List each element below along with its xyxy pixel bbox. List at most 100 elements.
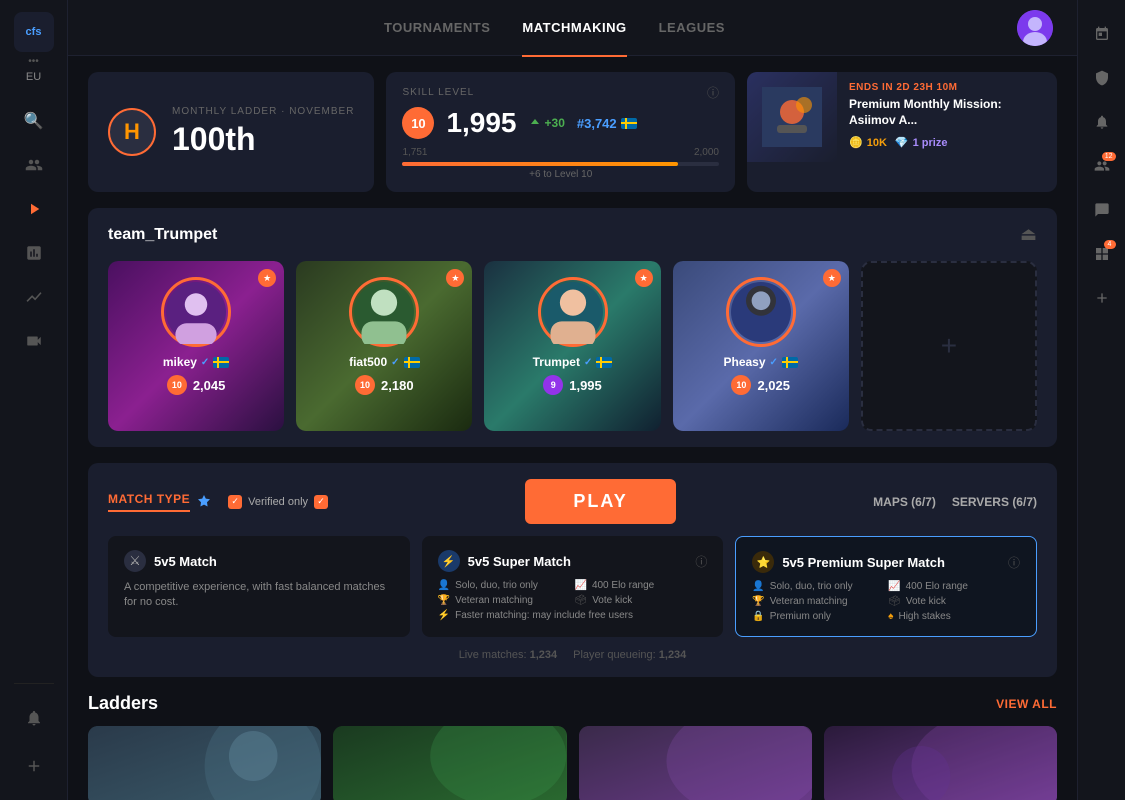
feature-icon: 📈	[888, 581, 900, 592]
feature-icon: 👤	[752, 581, 764, 592]
logo-text: cfs	[26, 26, 42, 38]
right-icon-chat[interactable]	[1086, 194, 1118, 226]
map-server-tabs: MAPS (6/7) SERVERS (6/7)	[873, 495, 1037, 509]
ladder-item-3[interactable]: Upcoming	[579, 726, 812, 800]
skill-header: SKILL LEVEL ⓘ	[402, 84, 719, 101]
sidebar-item-users[interactable]	[16, 147, 52, 183]
ladder-card: H MONTHLY LADDER · NOVEMBER 100th	[88, 72, 374, 192]
player-star: ★	[635, 269, 653, 287]
play-controls: MATCH TYPE ✓ Verified only ✓ PLAY MAPS (…	[108, 479, 1037, 524]
feature-icon: 🏆	[438, 595, 450, 606]
ladder-item-1[interactable]: Ongoing	[88, 726, 321, 800]
right-icon-squad[interactable]: 4	[1086, 238, 1118, 270]
feature-icon: 👤	[438, 580, 450, 591]
verified-check2: ✓	[314, 495, 328, 509]
ladder-item-2[interactable]: Ongoing	[333, 726, 566, 800]
ladder-icon: H	[108, 108, 156, 156]
mission-image	[747, 72, 837, 162]
main-content: TOURNAMENTS MATCHMAKING LEAGUES H MONTHL…	[68, 0, 1077, 800]
verified-badge-icon	[196, 494, 212, 510]
sidebar-item-search[interactable]: 🔍	[16, 103, 52, 139]
ladder-rank: 100th	[172, 121, 354, 158]
nav-matchmaking[interactable]: MATCHMAKING	[522, 16, 626, 39]
right-icon-calendar[interactable]	[1086, 18, 1118, 50]
match-option-header: ⭐ 5v5 Premium Super Match ⓘ	[752, 551, 1020, 573]
verified-checkbox[interactable]: ✓	[228, 495, 242, 509]
match-icon-super: ⚡	[438, 550, 460, 572]
skill-card: SKILL LEVEL ⓘ 10 1,995 +30 #3,742	[386, 72, 735, 192]
verified-icon: ✓	[770, 357, 778, 368]
page-content: H MONTHLY LADDER · NOVEMBER 100th SKILL …	[68, 56, 1077, 800]
sidebar-right: 12 4	[1077, 0, 1125, 800]
live-stats: Live matches: 1,234 Player queueing: 1,2…	[108, 649, 1037, 661]
match-info-icon[interactable]: ⓘ	[695, 553, 707, 570]
verified-icon: ✓	[584, 357, 592, 368]
feature-veteran: 🏆 Veteran matching	[752, 596, 884, 607]
player-level-trumpet: 9	[543, 375, 563, 395]
player-card-trumpet[interactable]: ★ Trumpet ✓ 9	[484, 261, 660, 431]
player-card-mikey[interactable]: ★ mikey ✓ 10	[108, 261, 284, 431]
nav-leagues[interactable]: LEAGUES	[659, 16, 725, 39]
match-option-5v5[interactable]: ⚔ 5v5 Match A competitive experience, wi…	[108, 536, 410, 637]
player-card-fiat500[interactable]: ★ fiat500 ✓ 10	[296, 261, 472, 431]
top-nav: TOURNAMENTS MATCHMAKING LEAGUES	[68, 0, 1077, 56]
player-avatar-trumpet	[538, 277, 608, 347]
sidebar-item-stats[interactable]	[16, 235, 52, 271]
skill-points: #3,742	[577, 116, 637, 131]
sidebar-item-play[interactable]	[16, 191, 52, 227]
tab-maps[interactable]: MAPS (6/7)	[873, 495, 936, 509]
match-features-premium: 👤 Solo, duo, trio only 📈 400 Elo range 🏆…	[752, 581, 1020, 622]
ladder-item-bg: Ongoing	[333, 726, 566, 800]
tab-match-type[interactable]: MATCH TYPE	[108, 492, 190, 512]
ladder-cards: Ongoing	[88, 726, 1057, 800]
sidebar-item-chart[interactable]	[16, 279, 52, 315]
mission-card[interactable]: ENDS IN 2D 23H 10M Premium Monthly Missi…	[747, 72, 1057, 192]
app-logo[interactable]: cfs	[14, 12, 54, 52]
coin-value: 10K	[867, 137, 887, 149]
sidebar-divider	[14, 683, 54, 684]
right-icon-team-notification[interactable]: 12	[1086, 150, 1118, 182]
match-option-super[interactable]: ⚡ 5v5 Super Match ⓘ 👤 Solo, duo, trio on…	[422, 536, 724, 637]
sidebar-item-notifications[interactable]	[16, 700, 52, 736]
gem-icon: 💎	[895, 136, 909, 149]
match-info-icon[interactable]: ⓘ	[1008, 554, 1020, 571]
mission-title: Premium Monthly Mission: Asiimov A...	[849, 97, 1045, 128]
mission-content: ENDS IN 2D 23H 10M Premium Monthly Missi…	[837, 72, 1057, 192]
feature-faster: ⚡ Faster matching: may include free user…	[438, 610, 708, 621]
user-avatar[interactable]	[1017, 10, 1053, 46]
tab-servers[interactable]: SERVERS (6/7)	[952, 495, 1037, 509]
player-avatar-mikey	[161, 277, 231, 347]
player-card-pheasy[interactable]: ★ Pheasy ✓ 10	[673, 261, 849, 431]
view-all-button[interactable]: VIEW ALL	[996, 697, 1057, 711]
notification-badge: 12	[1102, 152, 1116, 161]
player-stats-mikey: 10 2,045	[108, 375, 284, 395]
verified-toggle[interactable]: ✓ Verified only ✓	[228, 495, 328, 509]
team-exit-icon[interactable]: ⏏	[1020, 224, 1037, 245]
sidebar-more: •••	[28, 56, 39, 67]
right-icon-add-squad[interactable]	[1086, 282, 1118, 314]
live-matches-value: 1,234	[530, 649, 558, 661]
skill-bar-max: 2,000	[694, 147, 719, 158]
player-name-fiat500: fiat500 ✓	[296, 355, 472, 369]
nav-tournaments[interactable]: TOURNAMENTS	[384, 16, 490, 39]
skill-info-icon[interactable]: ⓘ	[707, 84, 719, 101]
player-avatar-pheasy	[726, 277, 796, 347]
right-icon-shield[interactable]	[1086, 62, 1118, 94]
feature-icon: 📈	[574, 580, 586, 591]
feature-label: Solo, duo, trio only	[770, 581, 853, 592]
ladder-label: MONTHLY LADDER · NOVEMBER	[172, 106, 354, 117]
player-star: ★	[823, 269, 841, 287]
feature-icon: 🗳	[574, 595, 587, 606]
right-icon-bell[interactable]	[1086, 106, 1118, 138]
player-card-add[interactable]: +	[861, 261, 1037, 431]
ladder-item-4[interactable]: Upcoming	[824, 726, 1057, 800]
feature-label: High stakes	[898, 611, 950, 622]
feature-icon: ⚡	[438, 610, 450, 621]
sidebar-item-video[interactable]	[16, 323, 52, 359]
play-button[interactable]: PLAY	[525, 479, 675, 524]
mission-rewards: 🪙 10K 💎 1 prize	[849, 136, 1045, 149]
match-title-super: 5v5 Super Match	[468, 554, 571, 569]
feature-elo: 📈 400 Elo range	[888, 581, 1020, 592]
sidebar-item-add[interactable]	[16, 748, 52, 784]
match-option-premium[interactable]: ⭐ 5v5 Premium Super Match ⓘ 👤 Solo, duo,…	[735, 536, 1037, 637]
